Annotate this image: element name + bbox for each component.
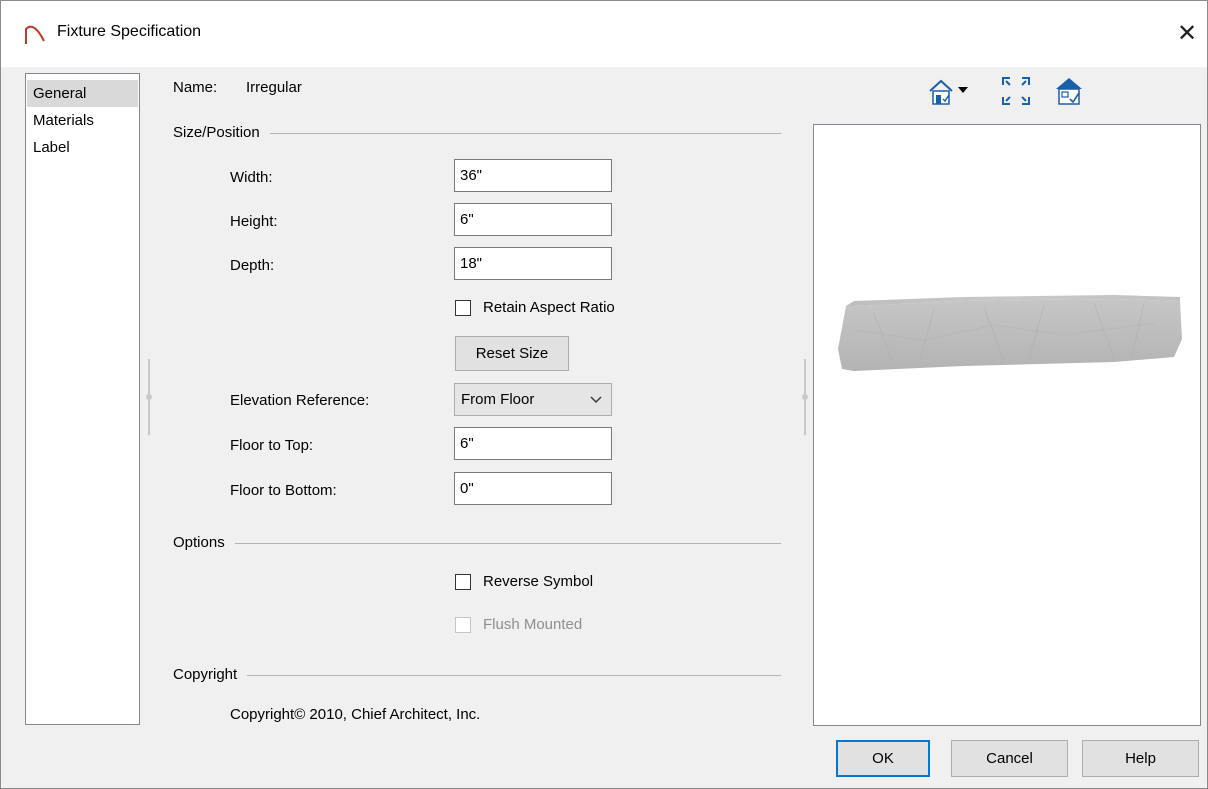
elevation-reference-label: Elevation Reference: <box>230 392 370 409</box>
reverse-symbol-checkbox[interactable] <box>455 574 471 590</box>
width-field[interactable]: 36" <box>454 159 612 192</box>
left-splitter-grip <box>146 394 152 400</box>
name-value: Irregular <box>246 79 302 96</box>
preview-pane[interactable] <box>813 124 1201 726</box>
dialog-title: Fixture Specification <box>57 23 202 40</box>
fixture-specification-dialog: Fixture Specification ✕ General Material… <box>0 0 1208 789</box>
cancel-button[interactable]: Cancel <box>951 740 1068 777</box>
reverse-symbol-label[interactable]: Reverse Symbol <box>483 573 593 590</box>
dropdown-arrow-icon[interactable] <box>955 74 971 108</box>
options-title: Options <box>173 534 235 551</box>
right-splitter-grip <box>802 394 808 400</box>
depth-field[interactable]: 18" <box>454 247 612 280</box>
elevation-reference-value: From Floor <box>461 391 535 408</box>
floor-to-bottom-field[interactable]: 0" <box>454 472 612 505</box>
fixture-3d-preview <box>838 295 1182 371</box>
options-divider <box>173 543 781 544</box>
help-button[interactable]: Help <box>1082 740 1199 777</box>
category-list[interactable]: General Materials Label <box>25 73 140 725</box>
floor-to-top-field[interactable]: 6" <box>454 427 612 460</box>
preview-options-icon[interactable] <box>1052 74 1086 108</box>
height-field[interactable]: 6" <box>454 203 612 236</box>
dialog-body: General Materials Label Name: Irregular … <box>1 67 1207 788</box>
fill-window-icon[interactable] <box>999 74 1033 108</box>
nav-item-general[interactable]: General <box>27 80 138 107</box>
copyright-title: Copyright <box>173 666 248 683</box>
depth-label: Depth: <box>230 257 275 274</box>
nav-item-label[interactable]: Label <box>27 134 138 161</box>
close-icon[interactable]: ✕ <box>1169 15 1205 51</box>
nav-item-materials[interactable]: Materials <box>27 107 138 134</box>
name-label: Name: <box>173 79 218 96</box>
retain-aspect-ratio-label[interactable]: Retain Aspect Ratio <box>483 299 615 316</box>
retain-aspect-ratio-checkbox[interactable] <box>455 300 471 316</box>
elevation-reference-select[interactable]: From Floor <box>454 383 612 416</box>
flush-mounted-label: Flush Mounted <box>483 616 583 633</box>
chevron-down-icon <box>590 396 602 403</box>
floor-to-bottom-label: Floor to Bottom: <box>230 482 337 499</box>
ok-button[interactable]: OK <box>836 740 930 777</box>
flush-mounted-checkbox <box>455 617 471 633</box>
copyright-divider <box>173 675 781 676</box>
reset-size-button[interactable]: Reset Size <box>455 336 569 371</box>
floor-to-top-label: Floor to Top: <box>230 437 314 454</box>
chief-architect-logo-icon <box>25 25 45 44</box>
width-label: Width: <box>230 169 273 186</box>
size-position-title: Size/Position <box>173 124 270 141</box>
height-label: Height: <box>230 213 278 230</box>
copyright-text: Copyright© 2010, Chief Architect, Inc. <box>230 706 481 723</box>
title-bar[interactable]: Fixture Specification ✕ <box>1 1 1207 67</box>
